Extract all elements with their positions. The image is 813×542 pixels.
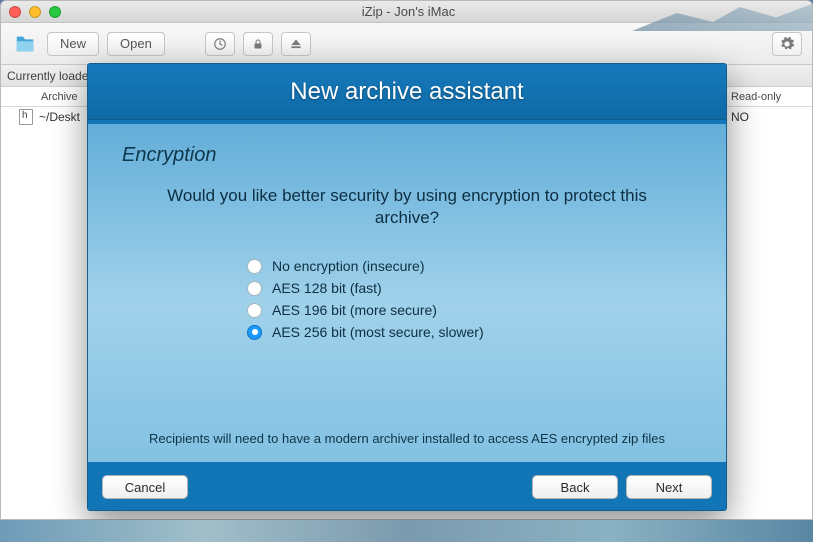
- row-readonly-value: NO: [731, 110, 749, 124]
- back-label: Back: [561, 480, 590, 495]
- eject-icon: [289, 37, 303, 51]
- column-readonly[interactable]: Read-only: [721, 91, 812, 103]
- radio-icon: [247, 303, 262, 318]
- gear-icon: [779, 36, 795, 52]
- traffic-lights: [9, 6, 61, 18]
- back-button[interactable]: Back: [532, 475, 618, 499]
- encryption-note: Recipients will need to have a modern ar…: [88, 431, 726, 446]
- option-label: No encryption (insecure): [272, 258, 425, 274]
- radio-icon: [247, 281, 262, 296]
- dialog-title: New archive assistant: [88, 64, 726, 120]
- next-button[interactable]: Next: [626, 475, 712, 499]
- history-button[interactable]: [205, 32, 235, 56]
- lock-button[interactable]: [243, 32, 273, 56]
- clock-icon: [213, 37, 227, 51]
- close-window-button[interactable]: [9, 6, 21, 18]
- option-label: AES 196 bit (more secure): [272, 302, 437, 318]
- app-window: iZip - Jon's iMac New Open Currently loa…: [0, 0, 813, 520]
- option-label: AES 256 bit (most secure, slower): [272, 324, 484, 340]
- cancel-label: Cancel: [125, 480, 165, 495]
- radio-icon: [247, 259, 262, 274]
- option-label: AES 128 bit (fast): [272, 280, 382, 296]
- dialog-footer: Cancel Back Next: [88, 462, 726, 511]
- radio-icon: [247, 325, 262, 340]
- next-label: Next: [656, 480, 683, 495]
- option-aes-196[interactable]: AES 196 bit (more secure): [247, 299, 567, 321]
- open-button-label: Open: [120, 36, 152, 51]
- minimize-window-button[interactable]: [29, 6, 41, 18]
- eject-button[interactable]: [281, 32, 311, 56]
- app-logo-icon: [11, 30, 39, 58]
- new-button-label: New: [60, 36, 86, 51]
- new-archive-assistant-dialog: New archive assistant Encryption Would y…: [87, 63, 727, 511]
- encryption-options: No encryption (insecure) AES 128 bit (fa…: [247, 255, 567, 343]
- dialog-body: Encryption Would you like better securit…: [88, 120, 726, 462]
- row-archive-path: ~/Deskt: [39, 110, 80, 124]
- option-no-encryption[interactable]: No encryption (insecure): [247, 255, 567, 277]
- open-button[interactable]: Open: [107, 32, 165, 56]
- zoom-window-button[interactable]: [49, 6, 61, 18]
- window-title: iZip - Jon's iMac: [61, 4, 756, 19]
- encryption-heading: Encryption: [122, 144, 692, 167]
- desktop-wallpaper: [0, 520, 813, 542]
- lock-icon: [252, 37, 264, 51]
- cancel-button[interactable]: Cancel: [102, 475, 188, 499]
- new-button[interactable]: New: [47, 32, 99, 56]
- document-icon: [19, 109, 33, 125]
- option-aes-128[interactable]: AES 128 bit (fast): [247, 277, 567, 299]
- option-aes-256[interactable]: AES 256 bit (most secure, slower): [247, 321, 567, 343]
- encryption-question: Would you like better security by using …: [137, 185, 677, 229]
- settings-button[interactable]: [772, 32, 802, 56]
